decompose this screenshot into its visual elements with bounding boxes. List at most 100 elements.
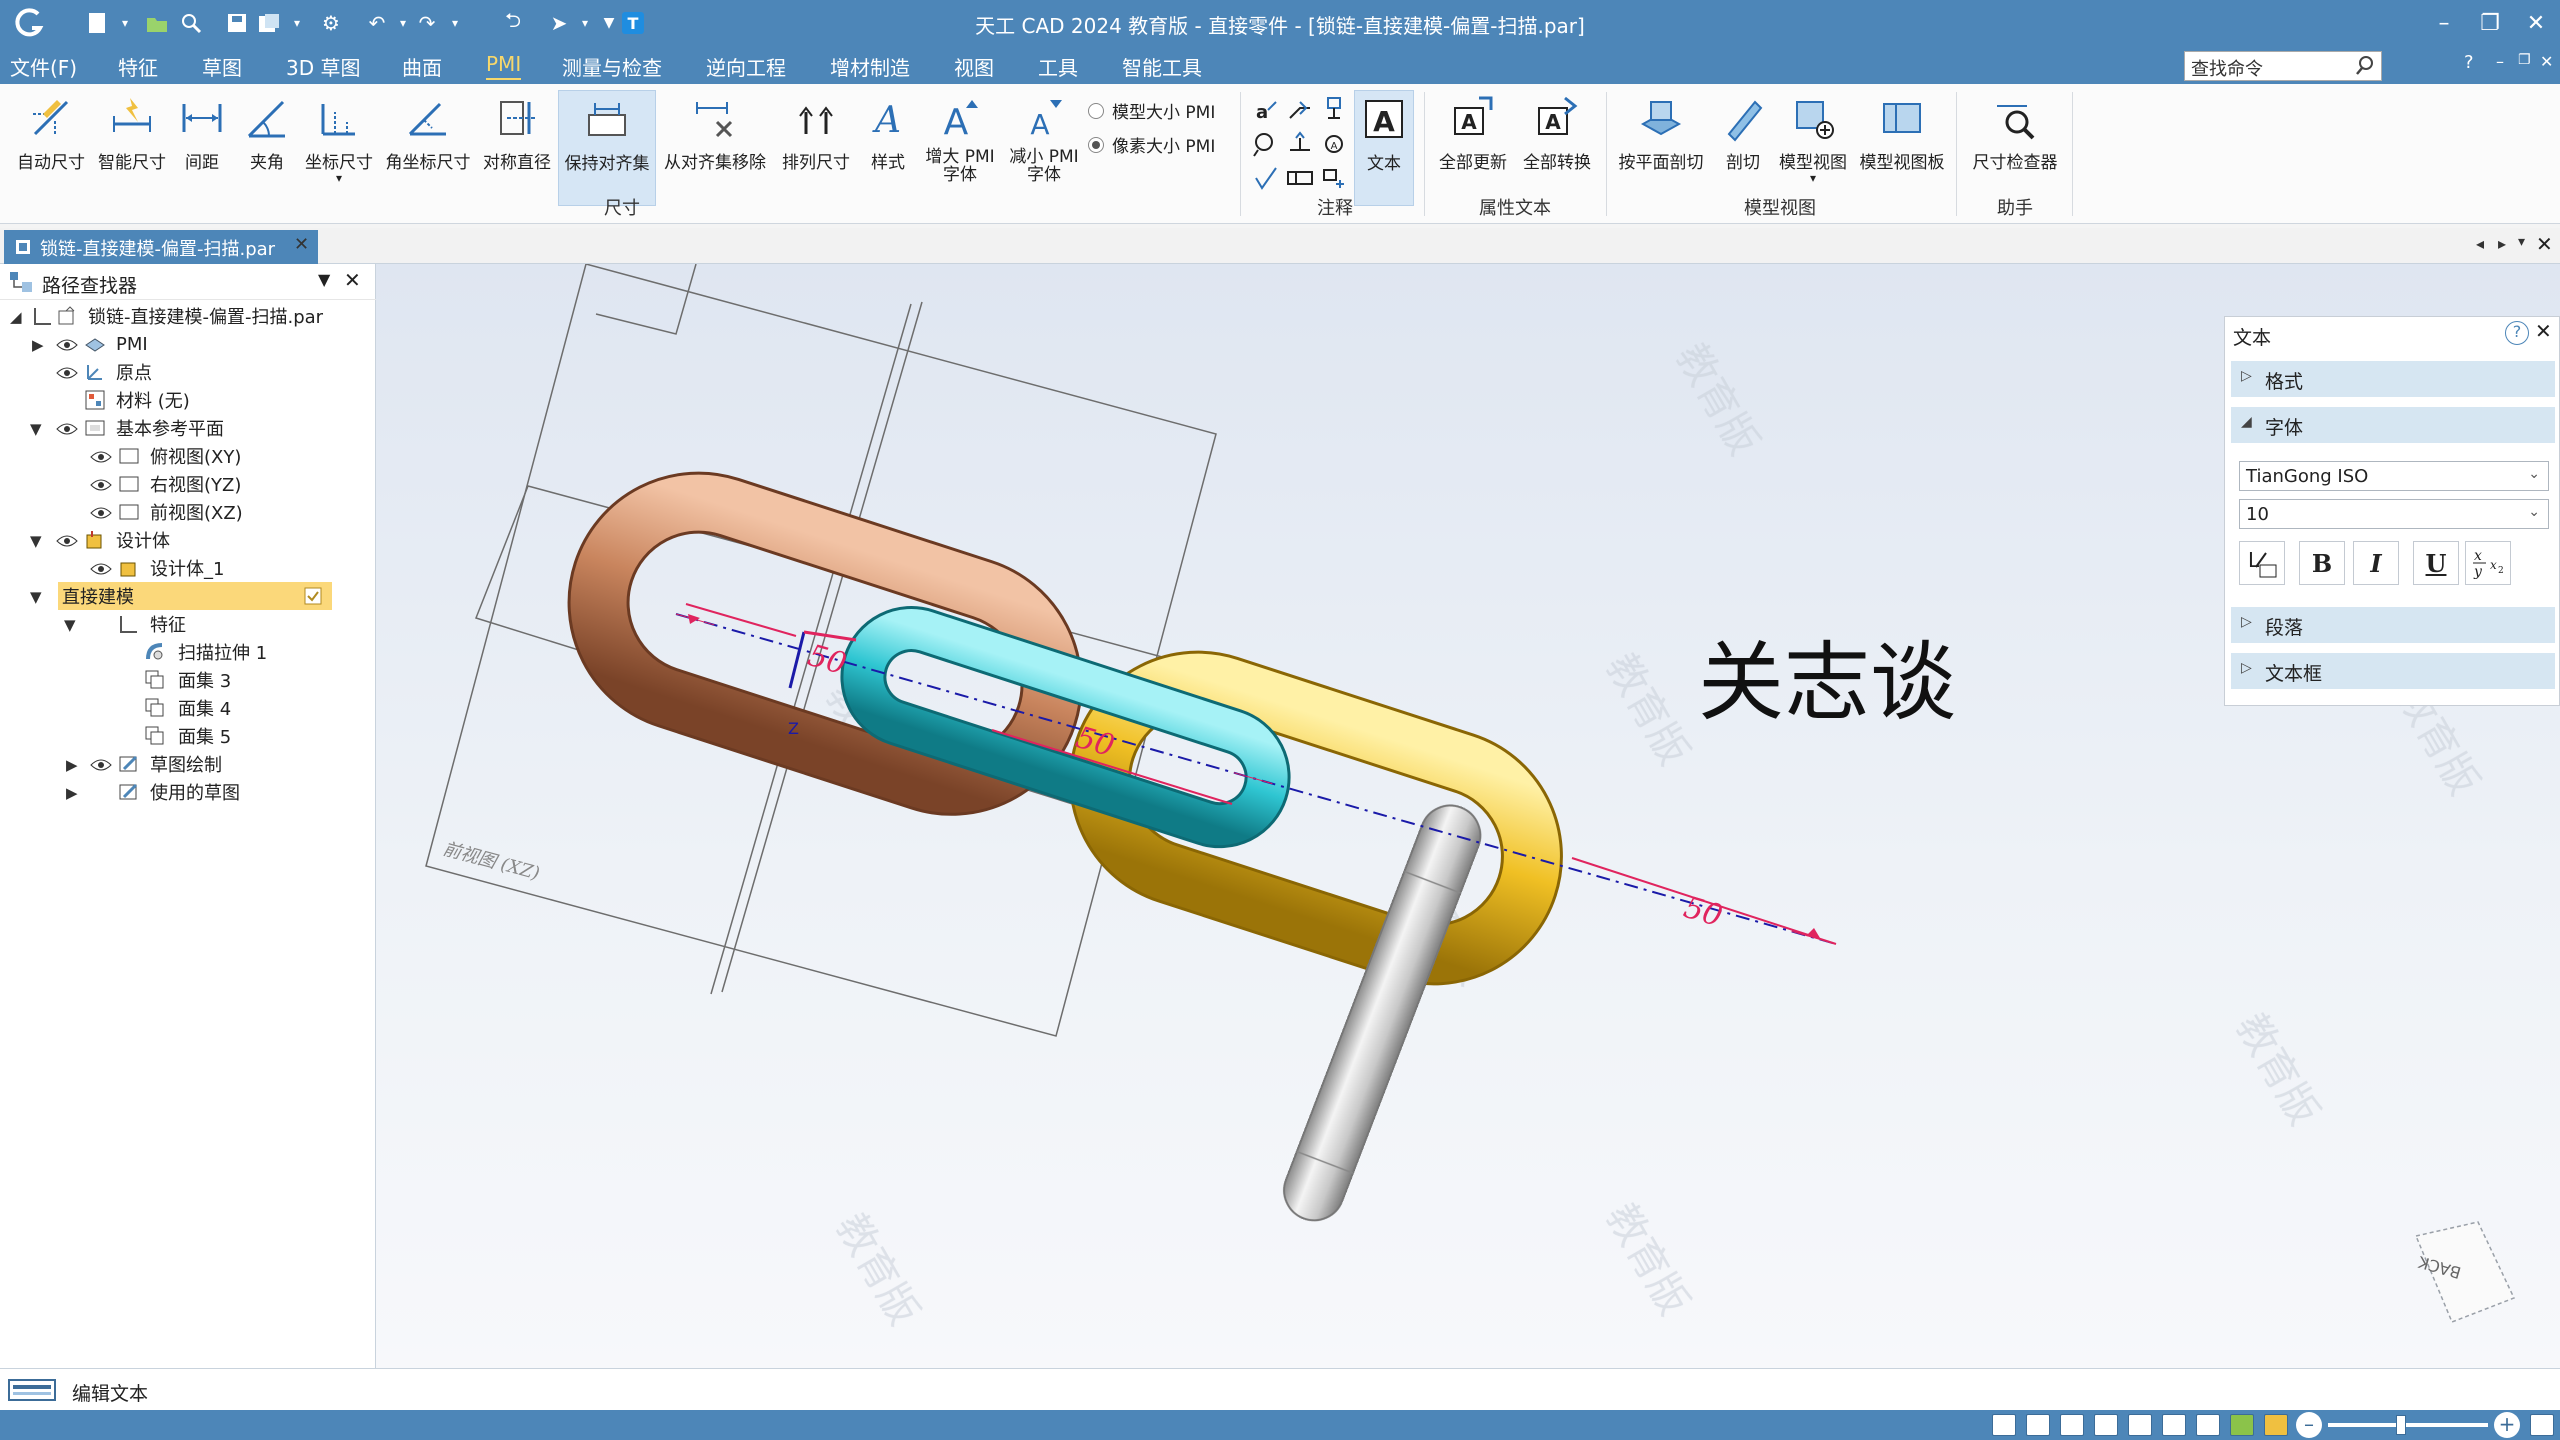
model-size-radio-icon[interactable] <box>1088 102 1104 119</box>
zoom-icon[interactable] <box>2060 1414 2084 1436</box>
minimize-icon[interactable]: – <box>2422 6 2466 40</box>
tree-item-face-set-4[interactable]: 面集 4 <box>178 694 231 722</box>
restore-icon[interactable]: ❐ <box>2468 6 2512 40</box>
silver-pin[interactable] <box>1275 797 1489 1229</box>
leader-annotation-icon[interactable]: a <box>1252 96 1280 124</box>
visibility-eye-icon[interactable] <box>90 478 112 492</box>
keep-alignment-set-button[interactable]: 保持对齐集 <box>558 90 656 206</box>
dimension-value-3[interactable]: 50 <box>1680 890 1726 934</box>
shading-icon[interactable] <box>2196 1414 2220 1436</box>
tree-item-origin[interactable]: 原点 <box>116 358 152 386</box>
bold-button[interactable]: B <box>2299 541 2345 585</box>
expand-sketches-icon[interactable]: ▶ <box>66 756 78 774</box>
menu-surface[interactable]: 曲面 <box>402 52 442 81</box>
chain-model[interactable] <box>567 471 1563 1229</box>
menu-feature[interactable]: 特征 <box>118 52 158 81</box>
fraction-button[interactable]: xyx2 <box>2465 541 2511 585</box>
tree-root[interactable]: 锁链-直接建模-偏置-扫描.par <box>88 302 323 330</box>
tree-item-material[interactable]: 材料 (无) <box>116 386 190 414</box>
italic-button[interactable]: I <box>2353 541 2399 585</box>
edge-condition-icon[interactable]: A <box>1320 130 1348 158</box>
section-font[interactable]: ◢ 字体 <box>2231 407 2555 443</box>
menu-reverse[interactable]: 逆向工程 <box>706 52 786 81</box>
menu-tools[interactable]: 工具 <box>1038 52 1078 81</box>
visibility-eye-icon[interactable] <box>56 422 78 436</box>
font-size-select[interactable]: 10 ⌄ <box>2239 499 2549 529</box>
section-text-box[interactable]: ▷ 文本框 <box>2231 653 2555 689</box>
underline-button[interactable]: U <box>2413 541 2459 585</box>
smart-dimension-button[interactable]: 智能尺寸 <box>92 90 172 206</box>
model-view-dropdown-icon[interactable]: ▾ <box>1774 172 1852 184</box>
color-manager-icon[interactable] <box>2264 1414 2288 1436</box>
collapse-design-body-icon[interactable]: ▼ <box>30 532 42 550</box>
tree-item-front-plane[interactable]: 前视图(XZ) <box>150 498 243 526</box>
panel-close-icon[interactable]: ✕ <box>2535 319 2552 343</box>
dimension-checker-button[interactable]: 尺寸检查器 <box>1966 90 2064 206</box>
rotate-icon[interactable] <box>2128 1414 2152 1436</box>
callout-icon[interactable] <box>1286 96 1314 124</box>
model-view-panel-button[interactable]: 模型视图板 <box>1856 90 1948 206</box>
visibility-eye-icon[interactable] <box>90 758 112 772</box>
menu-pmi[interactable]: PMI <box>486 52 522 80</box>
tree-item-used-sketches[interactable]: 使用的草图 <box>150 778 240 806</box>
tree-item-features[interactable]: 特征 <box>150 610 186 638</box>
document-tab[interactable]: 锁链-直接建模-偏置-扫描.par <box>4 230 318 264</box>
visibility-eye-icon[interactable] <box>90 506 112 520</box>
tree-item-base-planes[interactable]: 基本参考平面 <box>116 414 224 442</box>
datum-target-icon[interactable] <box>1320 96 1348 124</box>
tree-item-right-plane[interactable]: 右视图(YZ) <box>150 470 241 498</box>
pathfinder-close-icon[interactable]: ✕ <box>344 268 361 292</box>
collapse-base-planes-icon[interactable]: ▼ <box>30 420 42 438</box>
font-family-select[interactable]: TianGong ISO ⌄ <box>2239 461 2549 491</box>
surface-texture-icon[interactable] <box>1252 164 1280 192</box>
tab-scroll-right-icon[interactable]: ▸ <box>2498 234 2506 253</box>
tree-item-pmi[interactable]: PMI <box>116 330 148 358</box>
close-window-icon[interactable]: ✕ <box>2514 6 2558 40</box>
zoom-area-icon[interactable] <box>1992 1414 2016 1436</box>
expand-used-sketches-icon[interactable]: ▶ <box>66 784 78 802</box>
arrange-dimension-button[interactable]: 排列尺寸 <box>776 90 856 206</box>
model-view-button[interactable]: 模型视图 ▾ <box>1774 90 1852 206</box>
text-button[interactable]: A 文本 <box>1354 90 1414 206</box>
angle-button[interactable]: 夹角 <box>236 90 298 206</box>
fit-view-icon[interactable] <box>2026 1414 2050 1436</box>
expand-pmi-icon[interactable]: ▶ <box>32 336 44 354</box>
menu-3d-sketch[interactable]: 3D 草图 <box>286 52 360 81</box>
display-style-icon[interactable] <box>2230 1414 2254 1436</box>
update-all-button[interactable]: A 全部更新 <box>1432 90 1514 206</box>
panel-help-icon[interactable]: ? <box>2505 321 2529 345</box>
tree-item-design-body-1[interactable]: 设计体_1 <box>150 554 224 582</box>
menu-smart-tools[interactable]: 智能工具 <box>1122 52 1202 81</box>
tab-list-icon[interactable]: ▾ <box>2518 234 2525 250</box>
visibility-eye-icon[interactable] <box>56 534 78 548</box>
model-size-pmi-radio[interactable]: 模型大小 PMI <box>1088 98 1215 123</box>
search-icon[interactable] <box>2352 52 2380 80</box>
command-bar-icon[interactable] <box>8 1379 56 1401</box>
collapse-features-icon[interactable]: ▼ <box>64 616 76 634</box>
tree-item-top-plane[interactable]: 俯视图(XY) <box>150 442 241 470</box>
zoom-slider-track[interactable] <box>2328 1423 2488 1427</box>
collapse-direct-modeling-icon[interactable]: ▼ <box>30 588 42 606</box>
menu-sketch[interactable]: 草图 <box>202 52 242 81</box>
ribbon-close-icon[interactable]: ✕ <box>2540 52 2553 71</box>
menu-additive[interactable]: 增材制造 <box>830 52 910 81</box>
coordinate-dimension-button[interactable]: 坐标尺寸 ▾ <box>300 90 378 206</box>
pathfinder-options-icon[interactable]: ▼ <box>318 270 330 289</box>
datum-frame-icon[interactable] <box>1320 164 1348 192</box>
visibility-eye-icon[interactable] <box>56 338 78 352</box>
zoom-in-icon[interactable]: + <box>2494 1412 2520 1438</box>
menu-file[interactable]: 文件(F) <box>10 52 77 81</box>
tree-item-face-set-5[interactable]: 面集 5 <box>178 722 231 750</box>
menu-measure[interactable]: 测量与检查 <box>562 52 662 81</box>
increase-pmi-font-button[interactable]: A 增大 PMI 字体 <box>918 90 1002 206</box>
ribbon-restore-icon[interactable]: ❐ <box>2518 52 2531 68</box>
view-orientation-icon[interactable] <box>2162 1414 2186 1436</box>
angle-coordinate-dimension-button[interactable]: 角坐标尺寸 <box>382 90 474 206</box>
expand-root-icon[interactable]: ◢ <box>10 308 22 326</box>
help-icon[interactable]: ? <box>2464 52 2474 73</box>
remove-from-alignment-set-button[interactable]: 从对齐集移除 <box>660 90 770 206</box>
close-tab-icon[interactable]: ✕ <box>294 234 309 255</box>
menu-view[interactable]: 视图 <box>954 52 994 81</box>
coordinate-dimension-dropdown-icon[interactable]: ▾ <box>300 172 378 184</box>
decrease-pmi-font-button[interactable]: A 减小 PMI 字体 <box>1002 90 1086 206</box>
